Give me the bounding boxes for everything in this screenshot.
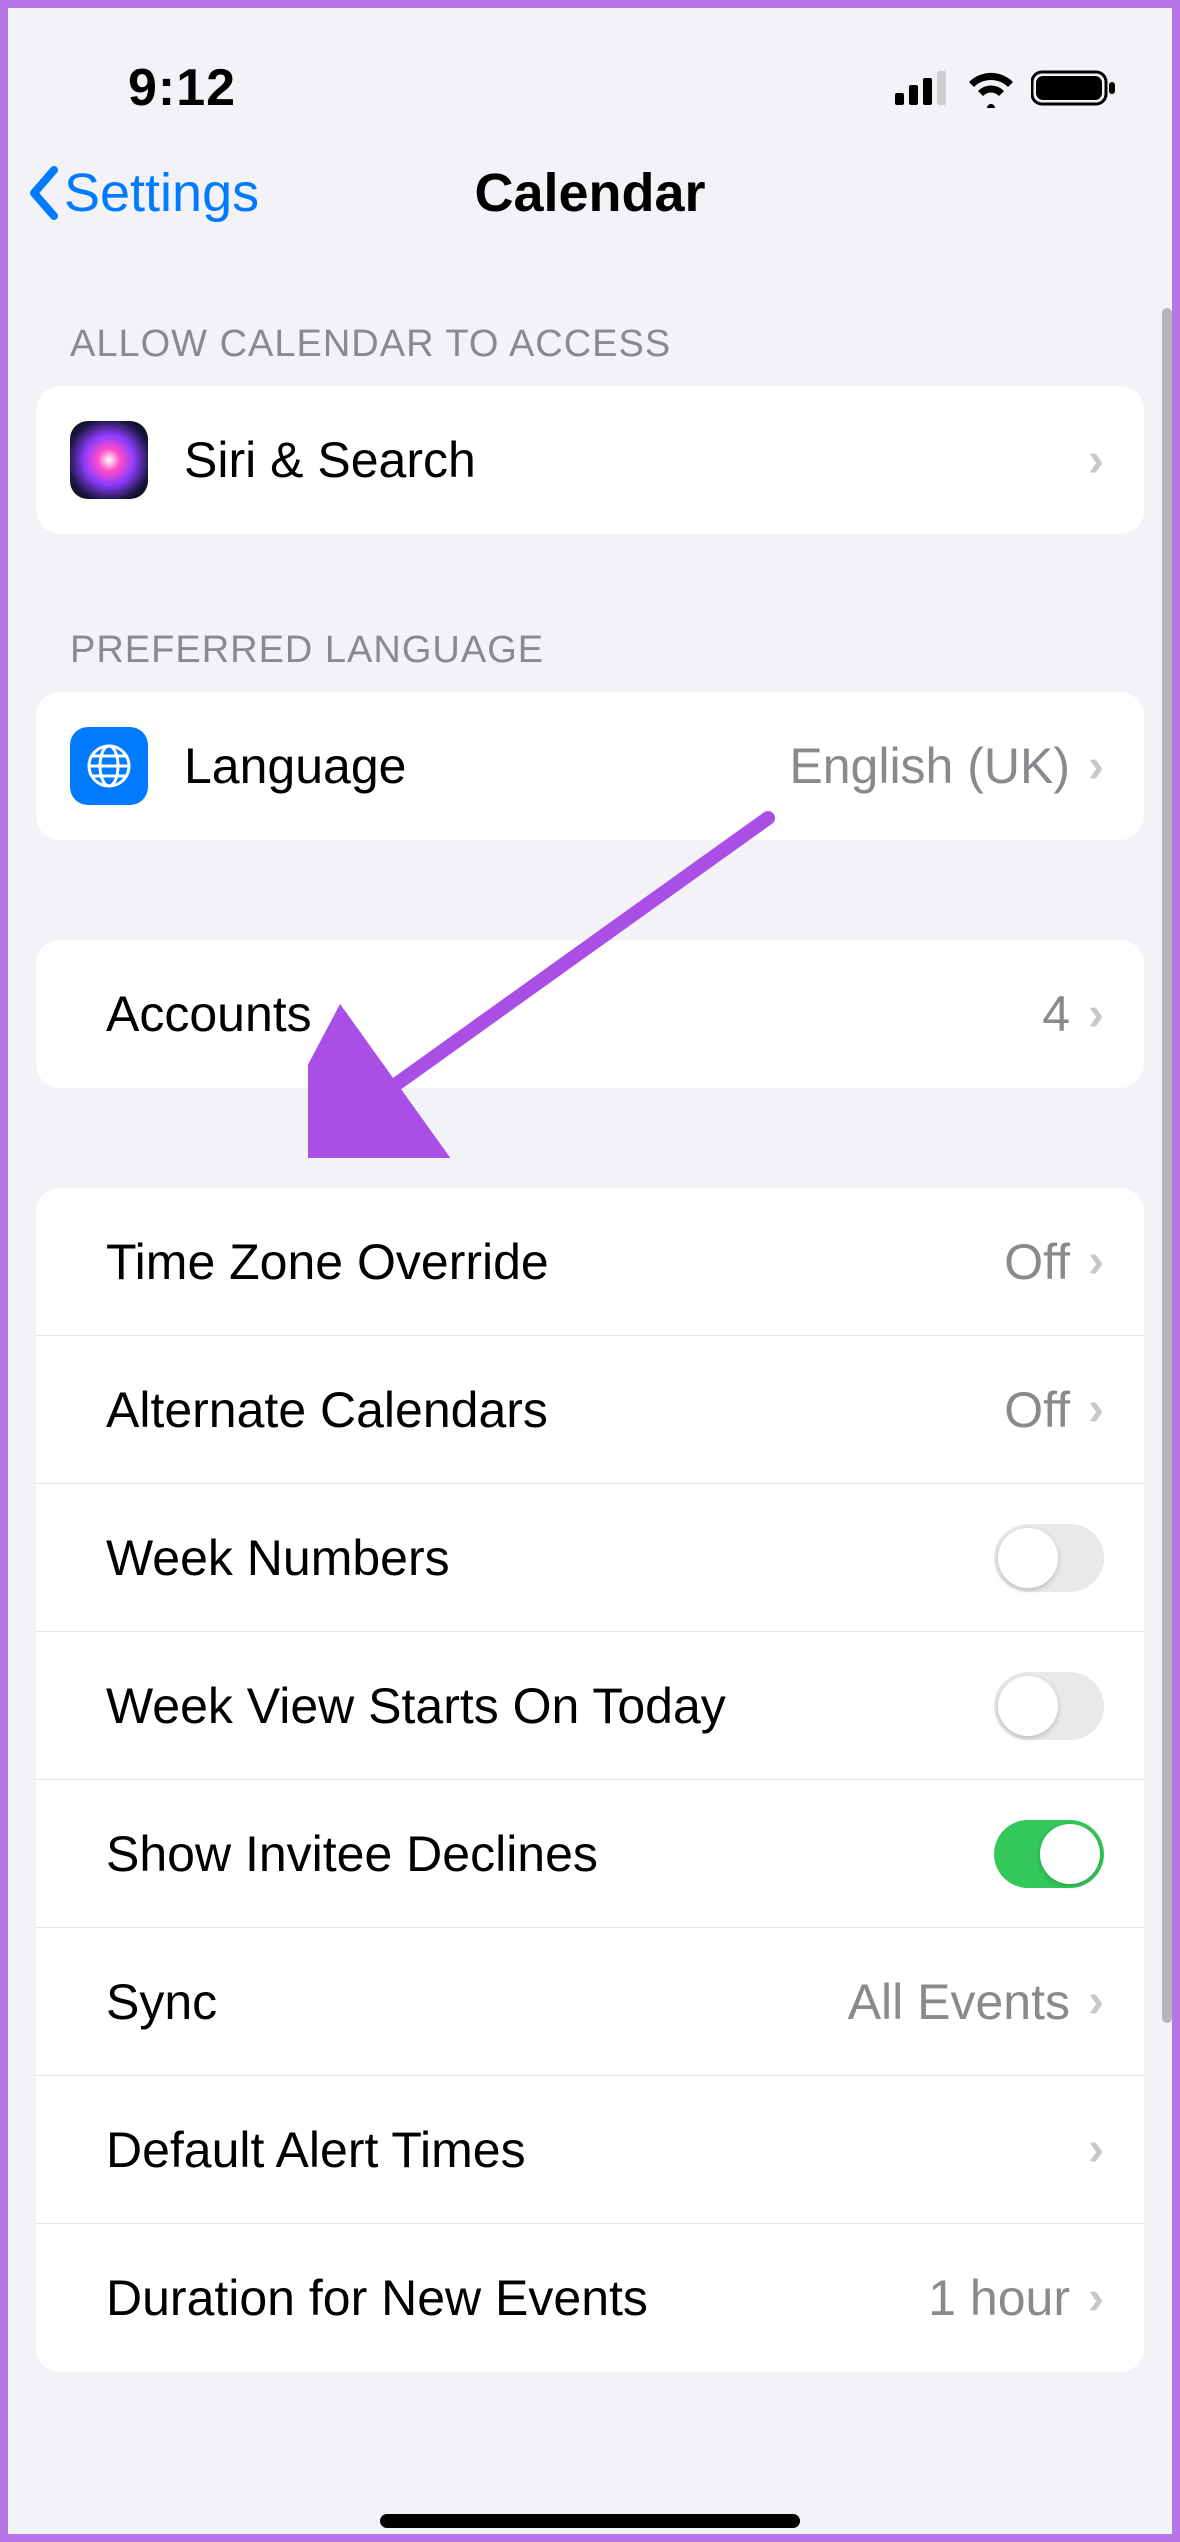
wifi-icon	[965, 68, 1017, 108]
row-accounts[interactable]: Accounts 4 ›	[36, 940, 1144, 1088]
row-value: Off	[1004, 1233, 1070, 1291]
siri-icon	[70, 421, 148, 499]
chevron-right-icon: ›	[1088, 2271, 1104, 2326]
chevron-right-icon: ›	[1088, 987, 1104, 1042]
row-value: Off	[1004, 1381, 1070, 1439]
nav-header: Settings Calendar	[8, 138, 1172, 268]
cellular-icon	[895, 71, 951, 105]
row-label: Language	[184, 737, 789, 795]
group-calendar-settings: Time Zone Override Off › Alternate Calen…	[36, 1188, 1144, 2372]
chevron-right-icon: ›	[1088, 433, 1104, 488]
chevron-right-icon: ›	[1088, 739, 1104, 794]
status-bar: 9:12	[8, 28, 1172, 138]
row-value: 4	[1042, 985, 1070, 1043]
row-label: Default Alert Times	[106, 2121, 1088, 2179]
row-value: All Events	[848, 1973, 1070, 2031]
row-sync[interactable]: Sync All Events ›	[36, 1928, 1144, 2076]
row-duration-new-events[interactable]: Duration for New Events 1 hour ›	[36, 2224, 1144, 2372]
toggle-week-view-start[interactable]	[994, 1672, 1104, 1740]
chevron-right-icon: ›	[1088, 1234, 1104, 1289]
row-time-zone-override[interactable]: Time Zone Override Off ›	[36, 1188, 1144, 1336]
battery-icon	[1031, 68, 1117, 108]
chevron-right-icon: ›	[1088, 1382, 1104, 1437]
group-accounts: Accounts 4 ›	[36, 940, 1144, 1088]
row-value: 1 hour	[928, 2269, 1070, 2327]
row-label: Duration for New Events	[106, 2269, 928, 2327]
row-week-numbers[interactable]: Week Numbers	[36, 1484, 1144, 1632]
row-label: Time Zone Override	[106, 1233, 1004, 1291]
row-label: Alternate Calendars	[106, 1381, 1004, 1439]
chevron-right-icon: ›	[1088, 2122, 1104, 2177]
row-label: Week View Starts On Today	[106, 1677, 994, 1735]
group-access: Siri & Search ›	[36, 386, 1144, 534]
home-indicator[interactable]	[380, 2514, 800, 2528]
row-label: Siri & Search	[184, 431, 1088, 489]
row-value: English (UK)	[789, 737, 1070, 795]
nav-title: Calendar	[8, 162, 1172, 224]
row-week-view-start[interactable]: Week View Starts On Today	[36, 1632, 1144, 1780]
status-icons	[895, 68, 1117, 108]
row-label: Sync	[106, 1973, 848, 2031]
status-time: 9:12	[128, 58, 236, 118]
row-language[interactable]: Language English (UK) ›	[36, 692, 1144, 840]
section-header-language: PREFERRED LANGUAGE	[8, 534, 1172, 692]
group-language: Language English (UK) ›	[36, 692, 1144, 840]
globe-icon	[70, 727, 148, 805]
row-alternate-calendars[interactable]: Alternate Calendars Off ›	[36, 1336, 1144, 1484]
section-header-access: ALLOW CALENDAR TO ACCESS	[8, 268, 1172, 386]
row-label: Show Invitee Declines	[106, 1825, 994, 1883]
row-label: Accounts	[106, 985, 1042, 1043]
chevron-right-icon: ›	[1088, 1974, 1104, 2029]
toggle-show-invitee-declines[interactable]	[994, 1820, 1104, 1888]
scrollbar[interactable]	[1162, 308, 1172, 2023]
toggle-week-numbers[interactable]	[994, 1524, 1104, 1592]
row-show-invitee-declines[interactable]: Show Invitee Declines	[36, 1780, 1144, 1928]
row-siri-search[interactable]: Siri & Search ›	[36, 386, 1144, 534]
row-default-alert-times[interactable]: Default Alert Times ›	[36, 2076, 1144, 2224]
row-label: Week Numbers	[106, 1529, 994, 1587]
